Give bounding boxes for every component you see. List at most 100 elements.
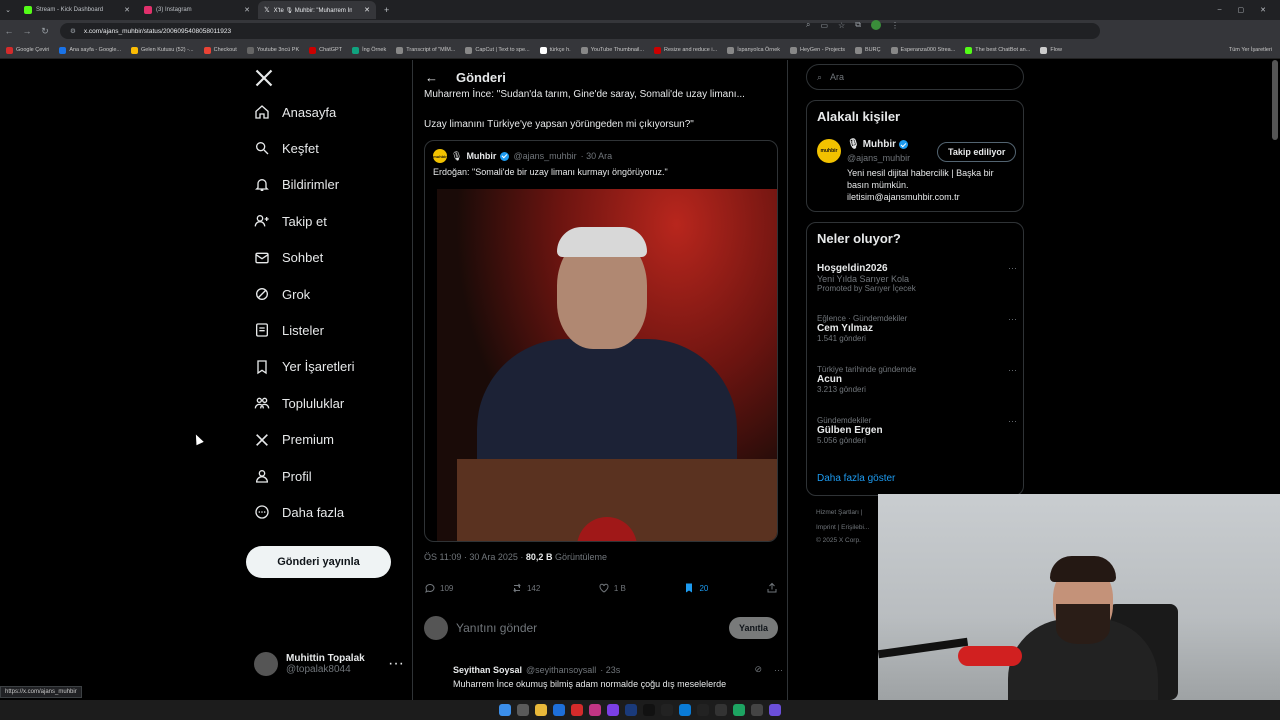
bookmark-item[interactable]: YouTube Thumbnail...: [580, 46, 644, 54]
more-icon[interactable]: ···: [1008, 263, 1017, 273]
bookmark-item[interactable]: Google Çeviri: [6, 46, 49, 54]
nav-notifications[interactable]: Bildirimler: [254, 177, 339, 193]
capcut-icon[interactable]: [661, 704, 673, 716]
nav-bookmarks[interactable]: Yer İşaretleri: [254, 359, 355, 375]
app-icon[interactable]: [679, 704, 691, 716]
bookmark-item[interactable]: Youtube 3ncü PK: [246, 46, 299, 54]
x-logo-icon[interactable]: [254, 68, 274, 88]
zoom-icon[interactable]: ⌕: [806, 20, 810, 30]
tiktok-icon[interactable]: [643, 704, 655, 716]
nav-premium[interactable]: Premium: [254, 432, 334, 448]
show-more-link[interactable]: Daha fazla göster: [817, 473, 895, 484]
maximize-icon[interactable]: ▢: [1238, 6, 1245, 14]
bookmark-item[interactable]: Resize and reduce i...: [654, 46, 717, 54]
bookmark-item[interactable]: Gelen Kutusu (52) -...: [131, 46, 194, 54]
back-arrow-icon[interactable]: ←: [425, 70, 438, 85]
quoted-post[interactable]: muhbir 🎙 Muhbir @ajans_muhbir · 30 Ara E…: [424, 140, 778, 542]
nav-profile[interactable]: Profil: [254, 468, 312, 484]
quote-author[interactable]: Muhbir: [466, 151, 496, 161]
site-info-icon[interactable]: ⚙: [70, 27, 76, 35]
bookmark-item[interactable]: The best ChatBot an...: [965, 46, 1030, 54]
cast-icon[interactable]: ▭: [820, 21, 828, 30]
bookmark-item[interactable]: İng Örnek: [352, 46, 386, 54]
following-button[interactable]: Takip ediliyor: [937, 142, 1017, 162]
nav-follow[interactable]: Takip et: [254, 213, 327, 229]
account-switcher[interactable]: Muhittin Topalak @topalak8044 ···: [254, 652, 404, 676]
bookmark-button[interactable]: 20: [683, 582, 708, 594]
nav-home[interactable]: Anasayfa: [254, 104, 336, 120]
more-icon[interactable]: ···: [1008, 314, 1017, 324]
post-button[interactable]: Gönderi yayınla: [246, 546, 391, 578]
tab-x[interactable]: 𝕏 X'te 🎙 Muhbir: "Muharrem İn... ✕: [258, 1, 376, 19]
chrome-icon[interactable]: [733, 704, 745, 716]
trend-item[interactable]: Eğlence · Gündemdekiler Cem Yılmaz 1.541 g…: [817, 314, 1017, 343]
more-icon[interactable]: ···: [774, 665, 783, 675]
star-icon[interactable]: ☆: [838, 21, 845, 30]
more-icon[interactable]: ···: [1008, 365, 1017, 375]
minimize-icon[interactable]: –: [1218, 6, 1222, 14]
tab-instagram[interactable]: (3) Instagram ✕: [138, 1, 256, 19]
bookmark-item[interactable]: Transcript of "MİM...: [396, 46, 455, 54]
trend-item[interactable]: Hoşgeldin2026 Yeni Yılda Sarıyer Kola Prom…: [817, 263, 1017, 293]
new-tab-icon[interactable]: +: [384, 5, 389, 15]
forward-icon[interactable]: →: [18, 26, 36, 36]
adobe-icon[interactable]: [697, 704, 709, 716]
tab-search-icon[interactable]: ⌄: [0, 6, 16, 14]
comment-author[interactable]: Seyithan Soysal: [453, 665, 522, 675]
like-button[interactable]: 1 B: [598, 582, 626, 594]
trend-item[interactable]: Türkiye tarihinde gündemde Acun 3.213 gönd…: [817, 365, 1017, 394]
tab-kick[interactable]: Stream - Kick Dashboard ✕: [18, 1, 136, 19]
bookmark-item[interactable]: Flow: [1040, 46, 1062, 54]
app-icon[interactable]: [607, 704, 619, 716]
bookmark-item[interactable]: Checkout: [203, 46, 237, 54]
bookmark-item[interactable]: türkçe h.: [539, 46, 571, 54]
windows-start-icon[interactable]: [499, 704, 511, 716]
bookmark-item[interactable]: HeyGen - Projects: [790, 46, 845, 54]
person-name[interactable]: Muhbir: [863, 139, 896, 150]
bookmark-item[interactable]: Ana sayfa - Google...: [59, 46, 121, 54]
search-input[interactable]: ⌕ Ara: [806, 64, 1024, 90]
nav-explore[interactable]: Keşfet: [254, 140, 319, 156]
opera-icon[interactable]: [571, 704, 583, 716]
photoshop-icon[interactable]: [625, 704, 637, 716]
share-button[interactable]: [766, 582, 778, 594]
muhbir-avatar[interactable]: muhbir: [817, 139, 841, 163]
trend-item[interactable]: Gündemdekiler Gülben Ergen 5.056 gönderi ··…: [817, 416, 1017, 445]
task-view-icon[interactable]: [517, 704, 529, 716]
app-icon[interactable]: [769, 704, 781, 716]
comment[interactable]: Seyithan Soysal @seyithansoysall · 23s ⊘ ···…: [453, 664, 783, 689]
app-icon[interactable]: [751, 704, 763, 716]
file-explorer-icon[interactable]: [535, 704, 547, 716]
bookmark-item[interactable]: ChatGPT: [309, 46, 342, 54]
nav-communities[interactable]: Topluluklar: [254, 395, 344, 411]
instagram-app-icon[interactable]: [589, 704, 601, 716]
nav-grok[interactable]: Grok: [254, 286, 310, 302]
menu-icon[interactable]: ⋮: [891, 21, 899, 30]
nav-more[interactable]: Daha fazla: [254, 504, 344, 520]
scrollbar[interactable]: [1272, 60, 1278, 140]
obs-icon[interactable]: [715, 704, 727, 716]
more-icon[interactable]: ···: [388, 655, 404, 673]
back-icon[interactable]: ←: [0, 26, 18, 36]
reply-button[interactable]: 109: [424, 582, 453, 594]
edge-icon[interactable]: [553, 704, 565, 716]
bookmark-item[interactable]: Esperanza000 Strea...: [890, 46, 955, 54]
close-icon[interactable]: ✕: [124, 6, 130, 14]
grok-icon[interactable]: ⊘: [754, 664, 762, 675]
bookmark-item[interactable]: İspanyolca Örnek: [727, 46, 780, 54]
repost-button[interactable]: 142: [511, 582, 540, 594]
footer-imprint[interactable]: Imprint | Erişilebi...: [816, 524, 869, 531]
muhbir-avatar[interactable]: muhbir: [433, 149, 447, 163]
nav-lists[interactable]: Listeler: [254, 322, 324, 338]
bookmark-item[interactable]: BURÇ: [854, 46, 881, 54]
extensions-icon[interactable]: ⧉: [855, 20, 861, 30]
close-window-icon[interactable]: ✕: [1260, 6, 1266, 14]
reply-input[interactable]: Yanıtını gönder: [456, 621, 537, 635]
more-icon[interactable]: ···: [1008, 416, 1017, 426]
bookmark-item[interactable]: CapCut | Text to spe...: [465, 46, 530, 54]
quote-photo[interactable]: [437, 189, 777, 541]
reload-icon[interactable]: ↻: [36, 26, 54, 37]
all-bookmarks[interactable]: Tüm Yer İşaretleri: [1229, 47, 1280, 53]
close-icon[interactable]: ✕: [364, 6, 370, 14]
nav-chat[interactable]: Sohbet: [254, 250, 323, 266]
